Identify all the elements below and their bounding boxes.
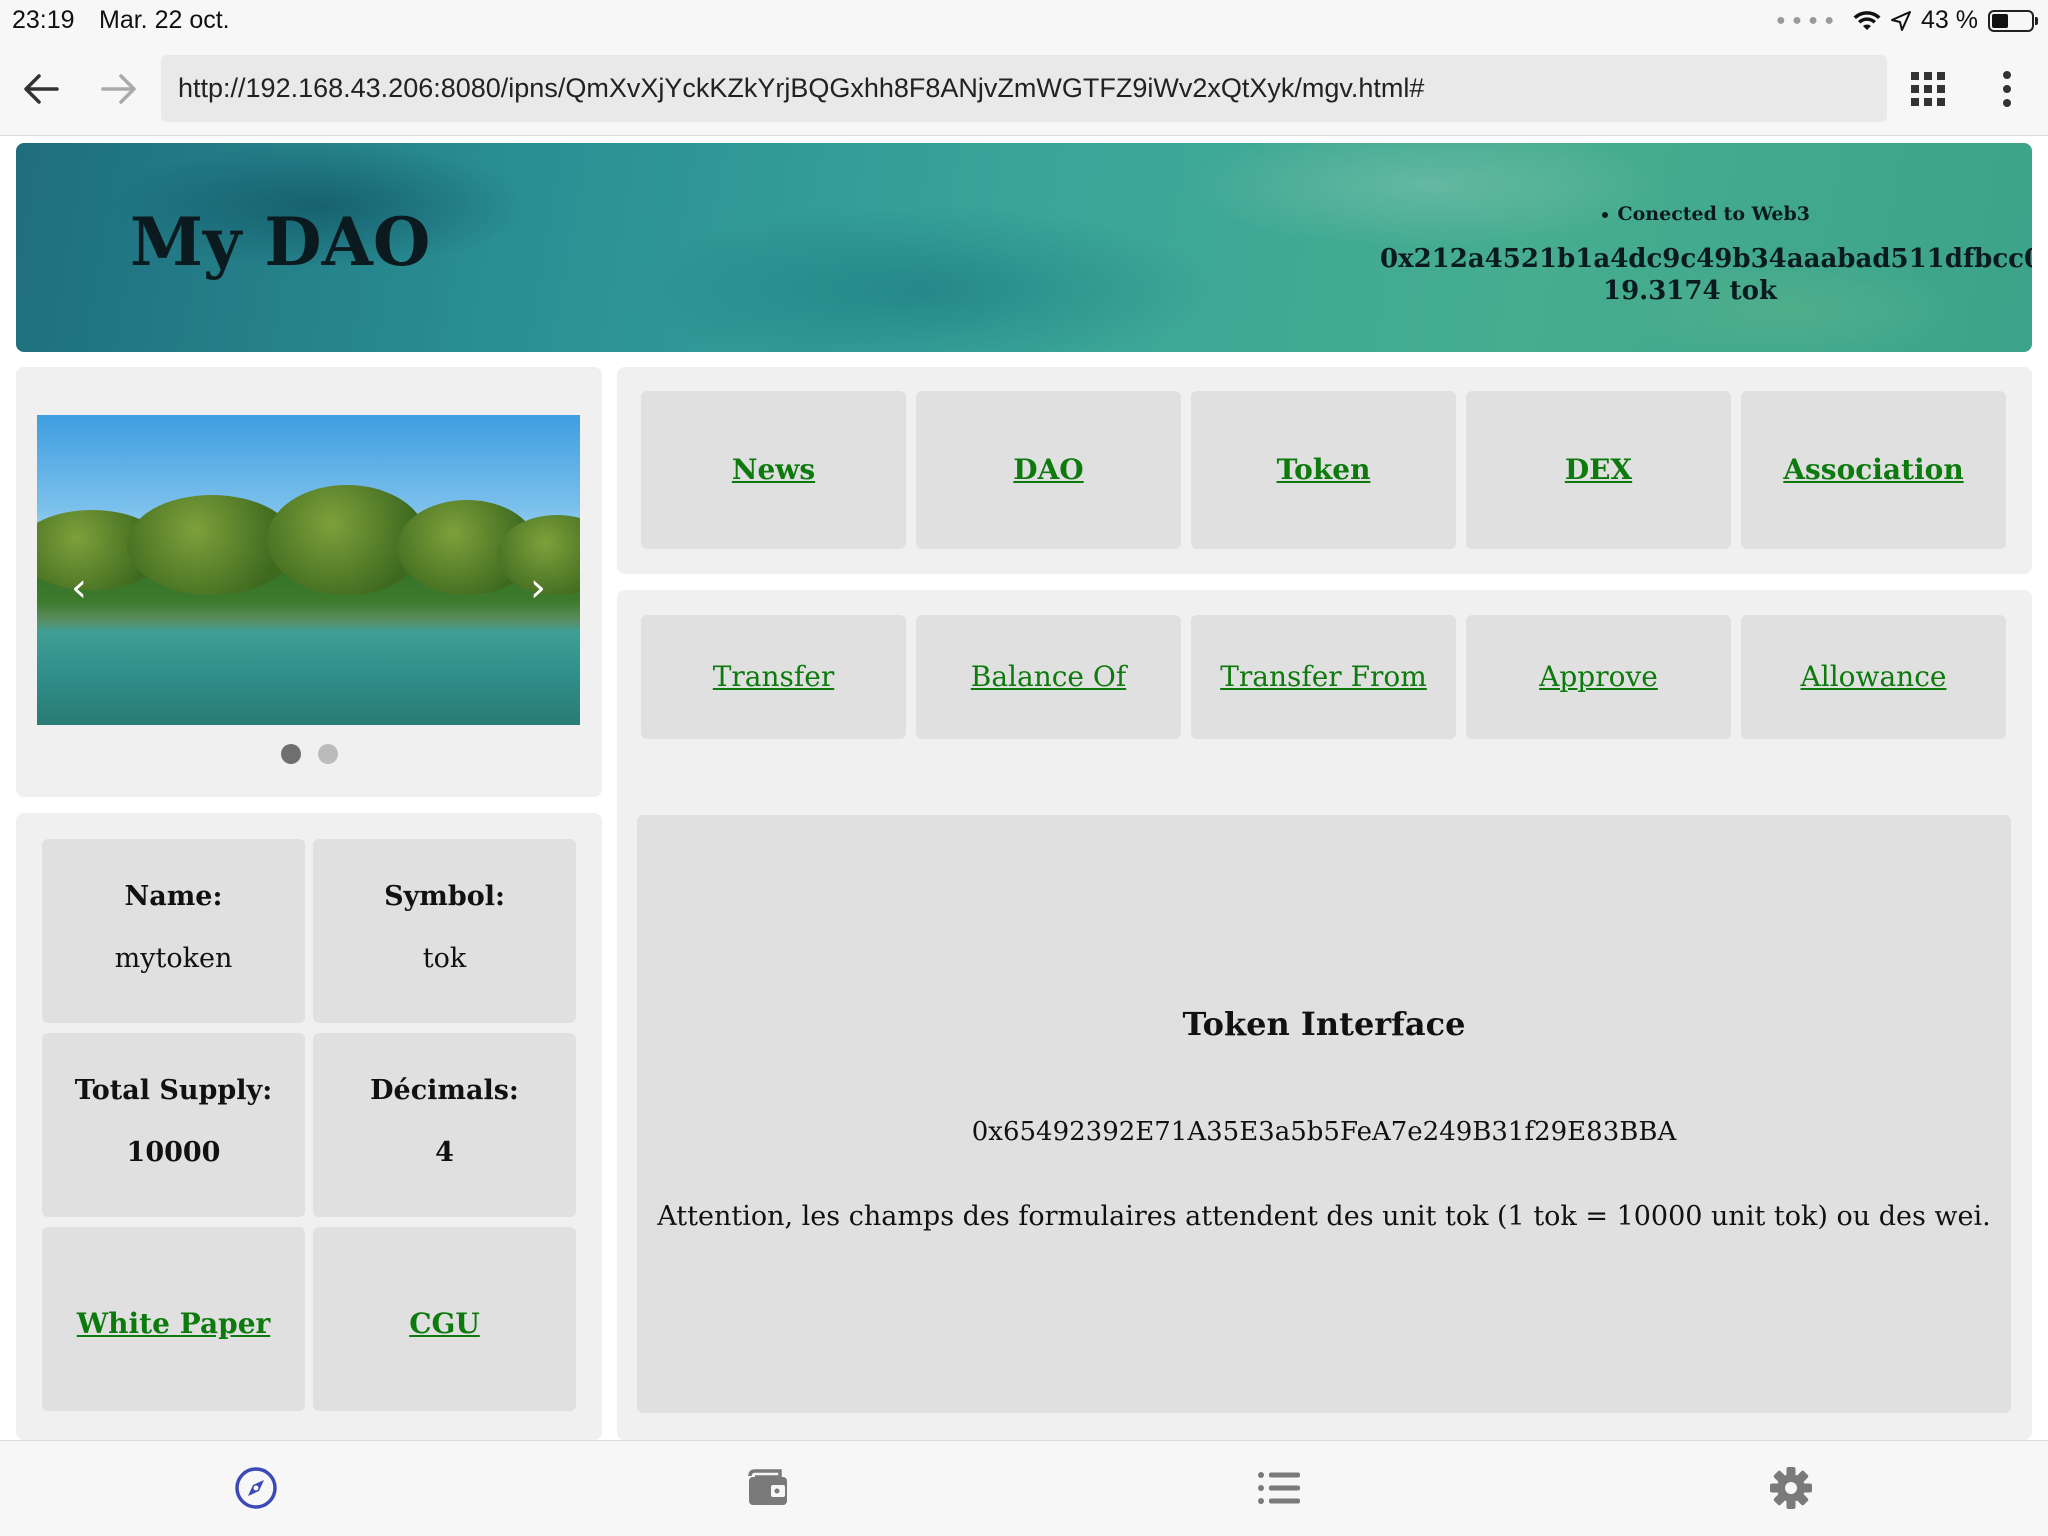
compass-icon: [235, 1467, 277, 1509]
decimals-value: 4: [435, 1137, 454, 1168]
apps-grid-button[interactable]: [1903, 64, 1953, 114]
carousel-indicators: [16, 744, 602, 764]
carousel-dot[interactable]: [317, 744, 338, 764]
whitepaper-link[interactable]: White Paper: [42, 1307, 305, 1340]
total-supply-value: 10000: [126, 1137, 221, 1168]
arrow-right-icon: [101, 74, 136, 104]
list-icon: [1258, 1472, 1300, 1504]
carousel-prev-button[interactable]: ‹: [71, 565, 87, 611]
token-symbol-value: tok: [422, 943, 467, 974]
nav-dex[interactable]: DEX: [1466, 391, 1731, 549]
decimals-label: Décimals:: [370, 1075, 519, 1106]
token-interface-box: Token Interface 0x65492392E71A35E3a5b5Fe…: [637, 815, 2011, 1413]
arrow-left-icon: [24, 74, 59, 104]
mangrove-photo: ‹ ›: [37, 415, 580, 725]
decimals-cell: Décimals: 4: [313, 1033, 576, 1217]
main-nav: News DAO Token DEX Association: [617, 367, 2032, 574]
nav-dao[interactable]: DAO: [916, 391, 1181, 549]
token-name-value: mytoken: [114, 943, 233, 974]
signal-icon: ● ● ● ●: [1776, 11, 1836, 29]
action-transfer[interactable]: Transfer: [641, 615, 906, 739]
gear-icon: [1770, 1467, 1812, 1509]
grid-icon: [1911, 72, 1945, 106]
forward-button[interactable]: [94, 64, 144, 114]
status-indicators: ● ● ● ● 43 %: [1776, 6, 2038, 35]
tab-list[interactable]: [1254, 1463, 1304, 1513]
cgu-cell: CGU: [313, 1227, 576, 1411]
token-interface-title: Token Interface: [1182, 1005, 1466, 1043]
token-info-panel: Name: mytoken Symbol: tok Total Supply: …: [16, 813, 602, 1440]
account-info: 0x212a4521b1a4dc9c49b34aaabad511dfbcc0bd…: [1380, 243, 2032, 307]
nav-news[interactable]: News: [641, 391, 906, 549]
url-input[interactable]: http://192.168.43.206:8080/ipns/QmXvXjYc…: [161, 55, 1887, 122]
back-button[interactable]: [16, 64, 66, 114]
header-banner: My DAO Conected to Web3 0x212a4521b1a4dc…: [16, 143, 2032, 352]
wallet-icon: [748, 1469, 787, 1505]
wifi-icon: [1853, 10, 1881, 30]
web3-status: Conected to Web3: [1601, 203, 1810, 225]
battery-percent: 43 %: [1921, 6, 1978, 34]
action-balance-of[interactable]: Balance Of: [916, 615, 1181, 739]
carousel-panel: ‹ ›: [16, 367, 602, 797]
status-time: 23:19: [12, 6, 75, 34]
carousel-next-button[interactable]: ›: [530, 565, 546, 611]
total-supply-label: Total Supply:: [74, 1075, 273, 1106]
tab-wallet[interactable]: [743, 1463, 793, 1513]
token-symbol-label: Symbol:: [384, 881, 505, 912]
whitepaper-cell: White Paper: [42, 1227, 305, 1411]
nav-association[interactable]: Association: [1741, 391, 2006, 549]
units-notice: Attention, les champs des formulaires at…: [657, 1201, 1991, 1232]
status-bar: 23:19 Mar. 22 oct. ● ● ● ● 43 %: [0, 0, 2048, 42]
browser-menu-button[interactable]: [1982, 64, 2032, 114]
tab-settings[interactable]: [1766, 1463, 1816, 1513]
browser-toolbar: http://192.168.43.206:8080/ipns/QmXvXjYc…: [0, 42, 2048, 136]
tab-browser[interactable]: [231, 1463, 281, 1513]
account-address: 0x212a4521b1a4dc9c49b34aaabad511dfbcc0bd…: [1380, 244, 2032, 274]
token-name-cell: Name: mytoken: [42, 839, 305, 1023]
total-supply-cell: Total Supply: 10000: [42, 1033, 305, 1217]
account-balance: 19.3174 tok: [1602, 276, 1777, 306]
web3-status-text: Conected to Web3: [1617, 203, 1810, 225]
nav-token[interactable]: Token: [1191, 391, 1456, 549]
token-name-label: Name:: [124, 881, 223, 912]
action-approve[interactable]: Approve: [1466, 615, 1731, 739]
location-arrow-icon: [1891, 10, 1912, 31]
status-date: Mar. 22 oct.: [99, 6, 230, 34]
token-panel: Transfer Balance Of Transfer From Approv…: [617, 590, 2032, 1440]
action-transfer-from[interactable]: Transfer From: [1191, 615, 1456, 739]
cgu-link[interactable]: CGU: [313, 1307, 576, 1340]
battery-icon: [1988, 9, 2038, 32]
bullet-icon: [1601, 212, 1608, 218]
token-symbol-cell: Symbol: tok: [313, 839, 576, 1023]
action-allowance[interactable]: Allowance: [1741, 615, 2006, 739]
contract-address: 0x65492392E71A35E3a5b5FeA7e249B31f29E83B…: [971, 1117, 1677, 1147]
more-vertical-icon: [2003, 71, 2011, 107]
site-title: My DAO: [130, 203, 431, 281]
carousel-dot[interactable]: [280, 744, 301, 764]
bottom-tab-bar: [0, 1440, 2048, 1536]
